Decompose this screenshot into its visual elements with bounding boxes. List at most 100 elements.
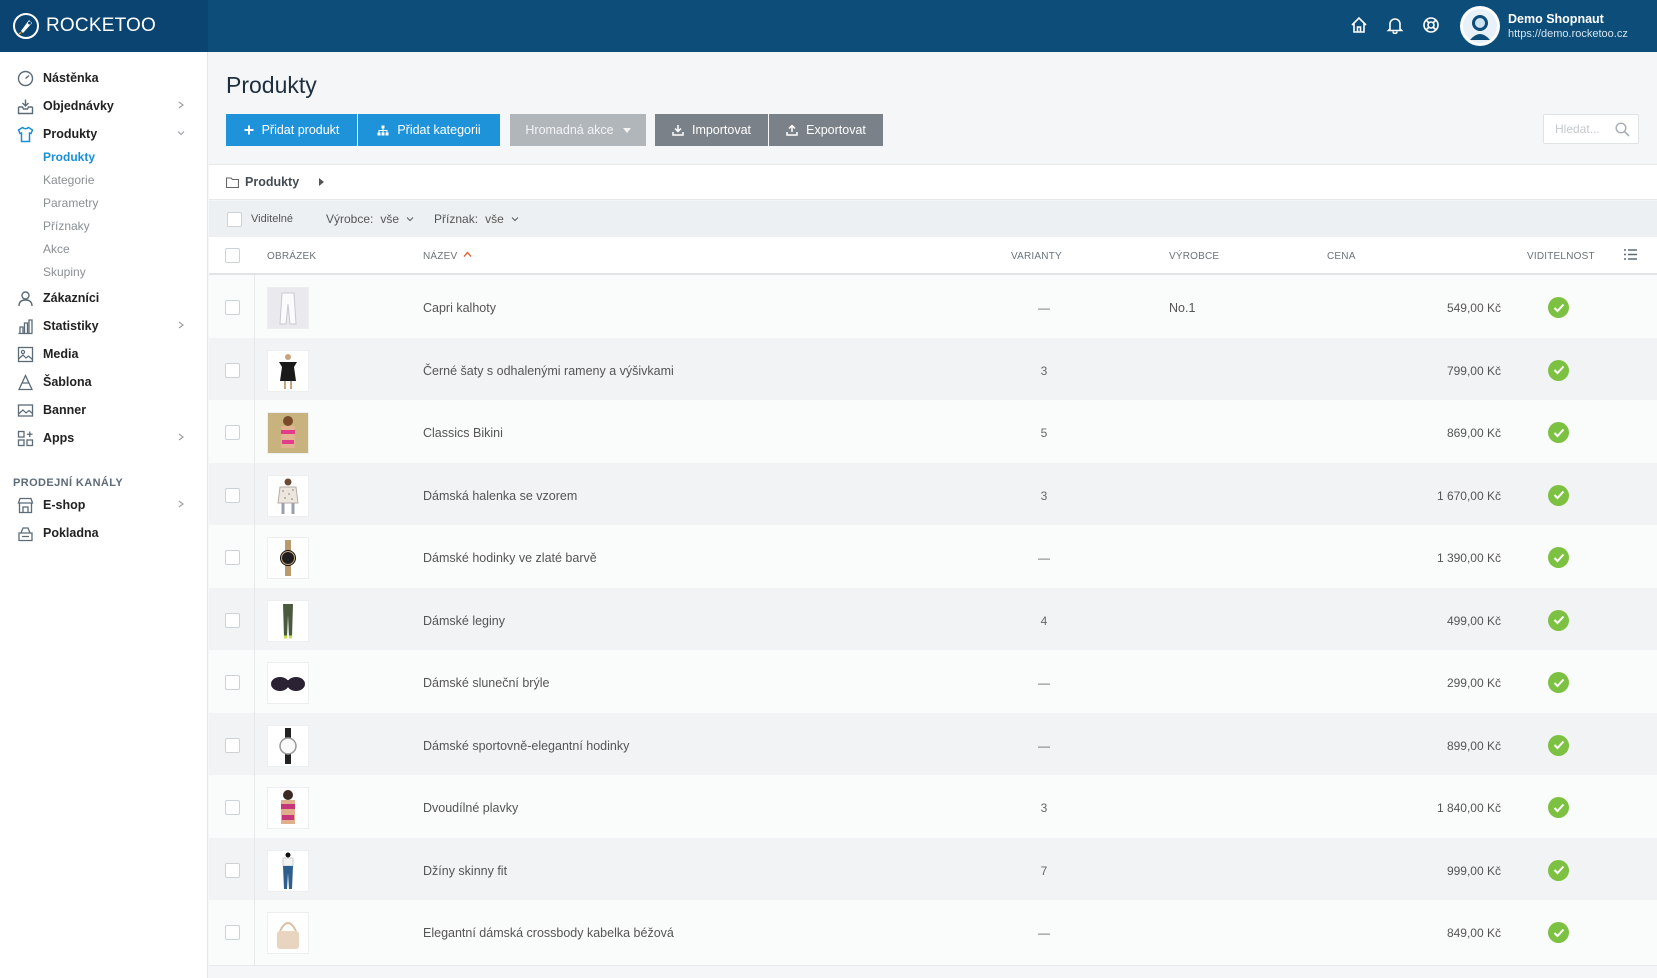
row-checkbox[interactable] [225, 550, 240, 565]
table-row[interactable]: Dámské leginy 4 499,00 Kč [209, 587, 1657, 654]
sidebar-subitem-parameters[interactable]: Parametry [43, 196, 98, 210]
sidebar-item-products[interactable]: Produkty [0, 122, 208, 146]
visible-check-icon[interactable] [1548, 609, 1569, 631]
bulk-action-dropdown[interactable]: Hromadná akce [510, 114, 646, 146]
row-checkbox[interactable] [225, 862, 240, 878]
row-checkbox[interactable] [225, 612, 240, 628]
product-thumbnail[interactable] [267, 662, 309, 704]
brand[interactable]: ROCKETOO [0, 0, 208, 52]
visible-check-icon[interactable] [1548, 922, 1569, 943]
row-checkbox[interactable] [225, 425, 240, 440]
table-row[interactable]: Dámská halenka se vzorem 3 1 670,00 Kč [209, 462, 1657, 529]
help-lifebuoy-icon[interactable] [1420, 14, 1442, 36]
column-header-manufacturer[interactable]: VÝROBCE [1169, 251, 1219, 262]
sidebar-item-dashboard[interactable]: Nástěnka [0, 66, 208, 90]
visible-check-icon[interactable] [1548, 484, 1569, 506]
home-icon[interactable] [1348, 14, 1370, 36]
product-name[interactable]: Dámské sportovně-elegantní hodinky [423, 739, 629, 753]
sidebar-item-apps[interactable]: Apps [0, 426, 208, 450]
visible-check-icon[interactable] [1548, 547, 1569, 568]
product-name[interactable]: Dámské leginy [423, 614, 505, 628]
visible-check-icon[interactable] [1548, 422, 1569, 443]
visible-filter-checkbox[interactable] [227, 211, 242, 227]
visible-check-icon[interactable] [1548, 297, 1569, 318]
search-input[interactable]: Hledat... [1543, 114, 1639, 144]
product-name[interactable]: Classics Bikini [423, 426, 503, 440]
product-name[interactable]: Elegantní dámská crossbody kabelka béžov… [423, 926, 674, 940]
product-thumbnail[interactable] [267, 787, 309, 829]
row-checkbox[interactable] [225, 487, 240, 503]
user-menu[interactable]: Demo Shopnaut https://demo.rocketoo.cz [1460, 6, 1628, 46]
sidebar-item-customers[interactable]: Zákazníci [0, 286, 208, 310]
sidebar-item-pos[interactable]: Pokladna [0, 521, 208, 545]
add-product-button[interactable]: Přidat produkt [226, 114, 357, 146]
column-header-variants[interactable]: VARIANTY [1011, 251, 1062, 262]
product-name[interactable]: Dámské hodinky ve zlaté barvě [423, 551, 597, 565]
product-name[interactable]: Černé šaty s odhalenými rameny a výšivka… [423, 364, 674, 378]
product-thumbnail[interactable] [267, 724, 309, 767]
visible-check-icon[interactable] [1548, 797, 1569, 818]
table-row[interactable]: Classics Bikini 5 869,00 Kč [209, 400, 1657, 466]
sidebar-subitem-promotions[interactable]: Akce [43, 242, 70, 256]
table-row[interactable]: Dámské hodinky ve zlaté barvě — 1 390,00 K… [209, 525, 1657, 591]
row-checkbox[interactable] [225, 800, 240, 815]
sidebar-item-eshop[interactable]: E-shop [0, 493, 208, 517]
product-thumbnail[interactable] [267, 412, 309, 454]
sidebar-subitem-groups[interactable]: Skupiny [43, 265, 86, 279]
product-name[interactable]: Dámská halenka se vzorem [423, 489, 577, 503]
visible-check-icon[interactable] [1548, 734, 1569, 756]
sidebar-subitem-flags[interactable]: Příznaky [43, 219, 90, 233]
product-name[interactable]: Džíny skinny fit [423, 864, 507, 878]
sidebar-item-orders[interactable]: Objednávky [0, 94, 208, 118]
product-thumbnail[interactable] [267, 599, 309, 642]
column-settings-icon[interactable] [1624, 249, 1637, 260]
visible-check-icon[interactable] [1548, 672, 1569, 693]
row-checkbox[interactable] [225, 362, 240, 378]
product-thumbnail[interactable] [267, 474, 309, 517]
breadcrumb-item-products[interactable]: Produkty [245, 175, 299, 189]
product-thumbnail[interactable] [267, 287, 309, 329]
caret-right-icon[interactable] [319, 178, 325, 186]
product-thumbnail[interactable] [267, 849, 309, 892]
sidebar-item-media[interactable]: Media [0, 342, 208, 366]
export-button[interactable]: Exportovat [769, 114, 883, 146]
table-row[interactable]: Džíny skinny fit 7 999,00 Kč [209, 837, 1657, 904]
product-thumbnail[interactable] [267, 912, 309, 954]
row-checkbox[interactable] [225, 925, 240, 940]
manufacturer-filter[interactable]: Výrobce: vše [326, 212, 414, 226]
flag-filter[interactable]: Příznak: vše [434, 212, 519, 226]
table-row[interactable]: Dámské sluneční brýle — 299,00 Kč [209, 650, 1657, 716]
product-thumbnail[interactable] [267, 537, 309, 579]
bell-icon[interactable] [1384, 14, 1406, 36]
select-all-checkbox[interactable] [225, 248, 240, 263]
chevron-right-icon [178, 101, 184, 109]
row-checkbox[interactable] [225, 300, 240, 315]
sidebar-subitem-products[interactable]: Produkty [43, 150, 95, 164]
table-row[interactable]: Elegantní dámská crossbody kabelka béžov… [209, 900, 1657, 966]
column-header-visibility[interactable]: VIDITELNOST [1527, 251, 1595, 262]
product-variants: 3 [1040, 488, 1048, 503]
table-row[interactable]: Capri kalhoty — No.1 549,00 Kč [209, 275, 1657, 341]
table-row[interactable]: Černé šaty s odhalenými rameny a výšivka… [209, 337, 1657, 404]
product-name[interactable]: Dvoudílné plavky [423, 801, 518, 815]
rocket-logo-icon [13, 13, 39, 39]
sidebar-item-statistics[interactable]: Statistiky [0, 314, 208, 338]
visible-check-icon[interactable] [1548, 359, 1569, 381]
table-row[interactable]: Dámské sportovně-elegantní hodinky — 899,0… [209, 712, 1657, 779]
column-header-image[interactable]: OBRÁZEK [267, 251, 316, 262]
table-row[interactable]: Dvoudílné plavky 3 1 840,00 Kč [209, 775, 1657, 841]
row-checkbox[interactable] [225, 675, 240, 690]
sidebar-item-template[interactable]: Šablona [0, 370, 208, 394]
product-thumbnail[interactable] [267, 349, 309, 392]
sidebar-item-banner[interactable]: Banner [0, 398, 208, 422]
column-header-price[interactable]: CENA [1327, 251, 1356, 262]
visible-check-icon[interactable] [1548, 859, 1569, 881]
add-category-button[interactable]: Přidat kategorii [358, 114, 500, 146]
import-button[interactable]: Importovat [655, 114, 768, 146]
sort-ascending-icon[interactable] [463, 251, 472, 258]
product-name[interactable]: Capri kalhoty [423, 301, 496, 315]
sidebar-subitem-categories[interactable]: Kategorie [43, 173, 94, 187]
row-checkbox[interactable] [225, 737, 240, 753]
product-name[interactable]: Dámské sluneční brýle [423, 676, 549, 690]
column-header-name[interactable]: NÁZEV [423, 251, 457, 262]
